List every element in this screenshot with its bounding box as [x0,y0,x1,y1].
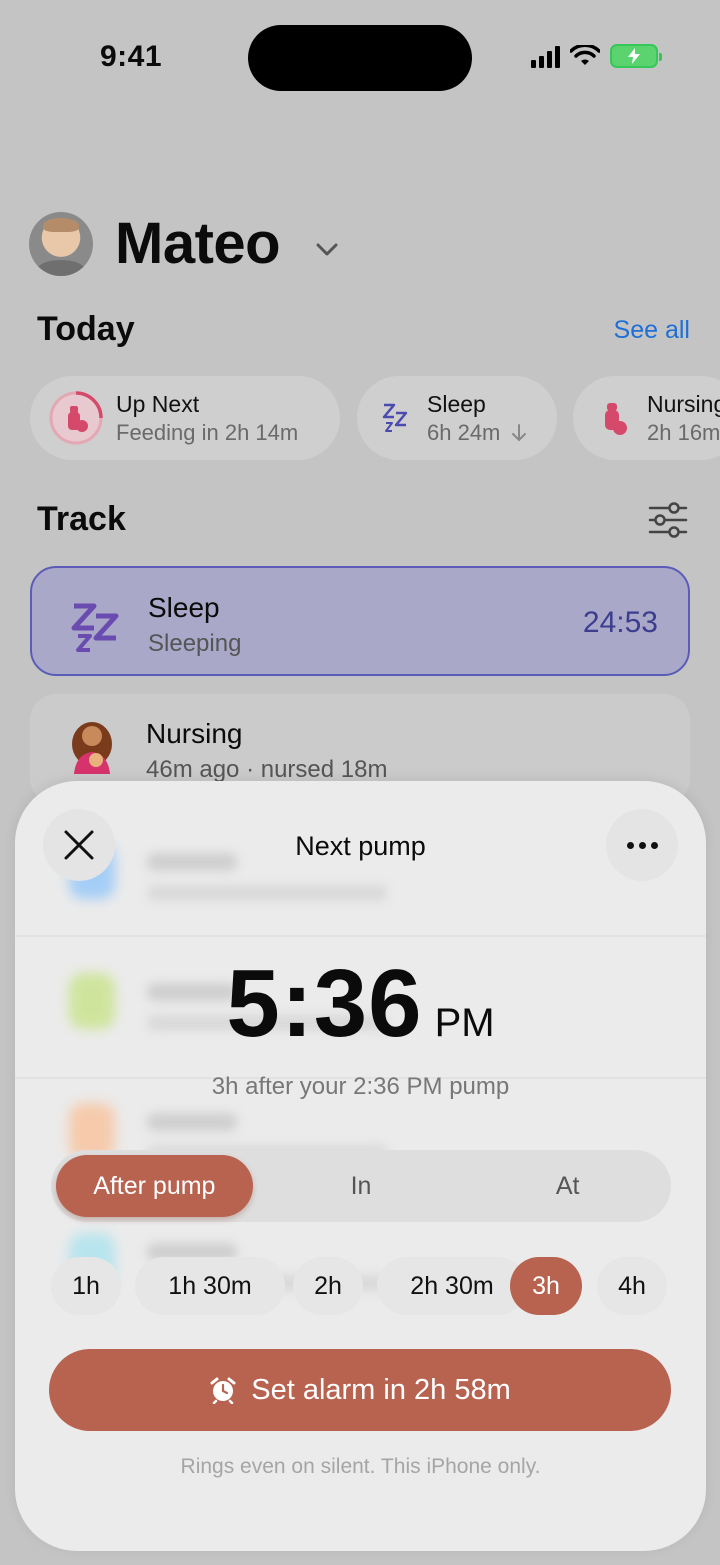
ghost-row [15,811,706,931]
arrow-down-icon [511,423,526,441]
section-title-today: Today [37,310,135,348]
dynamic-island [248,25,472,91]
sleep-card[interactable]: Sleep Sleeping 24:53 [30,566,690,676]
chip-title: Up Next [116,390,200,417]
chip-subtitle: Feeding in 2h 14m [116,419,299,445]
bottle-icon [591,390,635,446]
segment-in[interactable]: In [263,1155,460,1217]
sheet-title: Next pump [295,831,426,861]
next-pump-time: 5:36 PM [15,949,706,1059]
chip-subtitle: 2h 16m [647,419,720,445]
chip-subtitle-text: 6h 24m [427,419,501,445]
more-dot [650,841,658,849]
chip-nursing[interactable]: Nursing 2h 16m [573,376,720,460]
segment-after-pump[interactable]: After pump [56,1155,253,1217]
set-alarm-button[interactable]: Set alarm in 2h 58m [49,1349,671,1431]
sliders-icon[interactable] [648,502,688,538]
chip-title: Nursing [647,390,720,417]
time-value: 5:36 [226,950,423,1057]
more-button[interactable] [606,809,678,881]
duration-1h30m[interactable]: 1h 30m [135,1257,285,1315]
nursing-title: Nursing [146,718,243,749]
battery-icon [610,44,662,68]
nursing-status: 46m ago · nursed 18m [146,756,388,783]
chip-up-next[interactable]: Up Next Feeding in 2h 14m [30,376,340,460]
time-ampm: PM [434,1001,495,1045]
status-icons [531,44,662,68]
zz-icon [71,603,119,652]
chevron-down-icon[interactable] [316,243,338,257]
duration-2h[interactable]: 2h [293,1257,363,1315]
zz-icon [375,390,415,446]
sleep-status: Sleeping [148,630,242,657]
status-time: 9:41 [100,40,163,73]
set-alarm-label: Set alarm in 2h 58m [251,1373,511,1406]
wifi-icon [570,45,600,65]
chip-subtitle: 6h 24m [427,420,527,446]
duration-3h[interactable]: 3h [510,1257,582,1315]
sleep-timer: 24:53 [582,606,658,639]
duration-1h[interactable]: 1h [51,1257,121,1315]
nursing-mother-icon [72,722,112,774]
sleep-title: Sleep [148,592,220,623]
signal-icon [531,44,560,68]
divider [15,935,706,937]
more-dot [638,841,646,849]
segment-at[interactable]: At [469,1155,666,1217]
see-all-link[interactable]: See all [614,316,690,345]
time-description: 3h after your 2:36 PM pump [211,1073,510,1100]
alarm-clock-icon [210,1377,236,1404]
chip-sleep[interactable]: Sleep 6h 24m [357,376,557,460]
alarm-footnote: Rings even on silent. This iPhone only. [180,1455,541,1478]
more-dot [626,841,634,849]
child-name[interactable]: Mateo [115,210,281,277]
mode-segmented-control: After pump In At [51,1150,671,1222]
duration-options: 1h 1h 30m 2h 2h 30m 3h 4h [51,1257,671,1315]
next-pump-sheet: Next pump 5:36 PM 3h after your 2:36 PM p… [15,781,706,1551]
bottle-progress-icon [48,390,104,446]
duration-2h30m[interactable]: 2h 30m [377,1257,527,1315]
duration-4h[interactable]: 4h [597,1257,667,1315]
chip-title: Sleep [427,390,486,417]
avatar[interactable] [29,212,93,276]
section-title-track: Track [37,500,126,538]
